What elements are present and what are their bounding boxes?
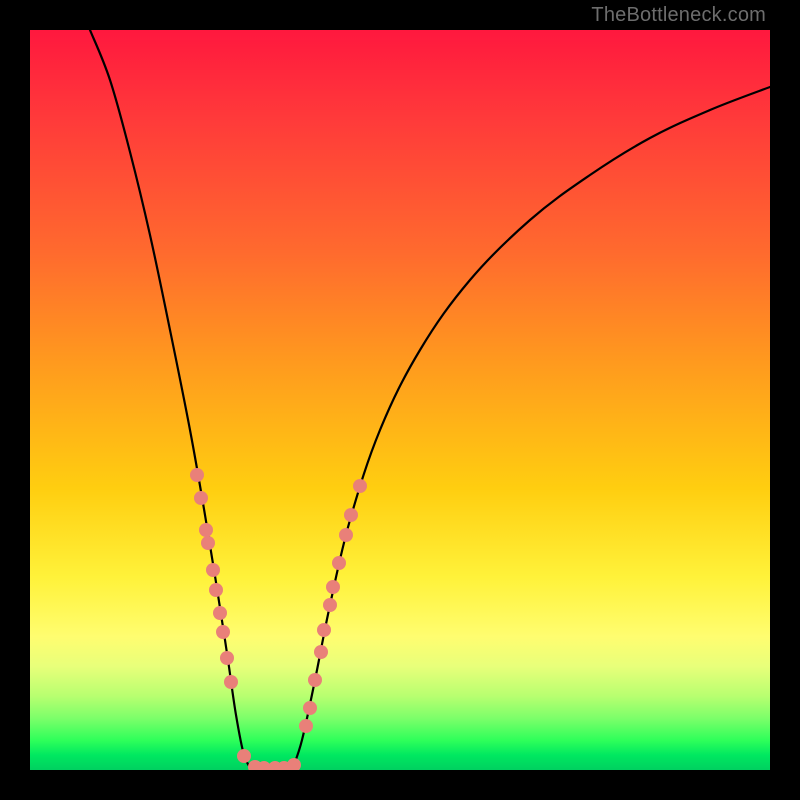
marker-dot (353, 479, 367, 493)
series-right-branch (292, 87, 770, 770)
marker-dot (332, 556, 346, 570)
marker-dot (323, 598, 337, 612)
marker-dot (201, 536, 215, 550)
marker-dot (237, 749, 251, 763)
marker-dot (216, 625, 230, 639)
marker-dot (206, 563, 220, 577)
chart-frame: TheBottleneck.com (0, 0, 800, 800)
marker-dot (224, 675, 238, 689)
marker-dot (317, 623, 331, 637)
marker-dot (213, 606, 227, 620)
plot-area (30, 30, 770, 770)
marker-dot (190, 468, 204, 482)
marker-dot (194, 491, 208, 505)
marker-dot (299, 719, 313, 733)
marker-dot (209, 583, 223, 597)
curve-layer (30, 30, 770, 770)
marker-dot (339, 528, 353, 542)
marker-dot (344, 508, 358, 522)
marker-dot (314, 645, 328, 659)
marker-dot (303, 701, 317, 715)
marker-dot (326, 580, 340, 594)
marker-dot (308, 673, 322, 687)
marker-dot (220, 651, 234, 665)
series-paths (90, 30, 770, 770)
marker-dots (190, 468, 367, 770)
marker-dot (199, 523, 213, 537)
watermark-text: TheBottleneck.com (591, 4, 766, 27)
marker-dot (287, 758, 301, 770)
